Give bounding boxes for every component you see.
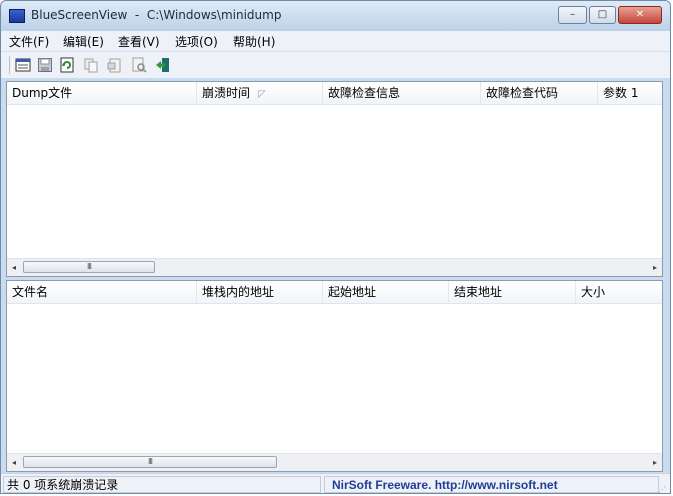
driver-list-horizontal-scrollbar[interactable]: ◂ III ▸ (7, 453, 662, 471)
menu-view[interactable]: 查看(V) (118, 33, 160, 50)
column-header-from-address[interactable]: 起始地址 (323, 281, 449, 303)
properties-icon[interactable] (15, 57, 31, 73)
save-icon[interactable] (37, 57, 53, 73)
column-header-bug-check-string[interactable]: 故障检查信息 (323, 82, 481, 104)
scroll-right-arrow-icon[interactable]: ▸ (648, 456, 662, 469)
copy-icon[interactable] (83, 57, 99, 73)
driver-list-header: 文件名 堆栈内的地址 起始地址 结束地址 大小 (7, 281, 662, 304)
column-label: 文件名 (12, 285, 49, 299)
menu-file[interactable]: 文件(F) (9, 33, 49, 50)
driver-list-pane[interactable]: 文件名 堆栈内的地址 起始地址 结束地址 大小 ◂ III ▸ (6, 280, 663, 472)
menu-help[interactable]: 帮助(H) (233, 33, 275, 50)
scrollbar-thumb[interactable]: III (23, 261, 155, 273)
column-header-to-address[interactable]: 结束地址 (449, 281, 576, 303)
column-header-dump-file[interactable]: Dump文件 (7, 82, 197, 104)
column-label: 崩溃时间 (202, 86, 251, 100)
sort-indicator-icon: ◸ (258, 89, 266, 100)
refresh-icon[interactable] (59, 57, 75, 73)
column-header-bug-check-code[interactable]: 故障检查代码 (481, 82, 598, 104)
app-window: BlueScreenView - C:\Windows\minidump – □… (0, 0, 671, 494)
minimize-button[interactable]: – (558, 6, 587, 24)
column-label: 起始地址 (328, 285, 377, 299)
column-header-address-in-stack[interactable]: 堆栈内的地址 (197, 281, 323, 303)
column-header-size[interactable]: 大小 (576, 281, 666, 303)
bluescreenview-app-icon (9, 9, 25, 23)
menu-options[interactable]: 选项(O) (175, 33, 218, 50)
column-label: 堆栈内的地址 (202, 285, 275, 299)
scroll-right-arrow-icon[interactable]: ▸ (648, 261, 662, 274)
scrollbar-thumb[interactable]: III (23, 456, 277, 468)
scroll-left-arrow-icon[interactable]: ◂ (7, 261, 21, 274)
menu-bar: 文件(F) 编辑(E) 查看(V) 选项(O) 帮助(H) (1, 31, 670, 52)
column-label: 参数 1 (603, 86, 639, 100)
column-header-crash-time[interactable]: 崩溃时间 ◸ (197, 82, 323, 104)
column-label: 故障检查信息 (328, 86, 401, 100)
column-label: 故障检查代码 (486, 86, 559, 100)
column-label: Dump文件 (12, 86, 73, 100)
nirsoft-link[interactable]: NirSoft Freeware. http://www.nirsoft.net (324, 476, 659, 493)
crash-count-status: 共 0 项系统崩溃记录 (3, 476, 321, 493)
title-bar[interactable]: BlueScreenView - C:\Windows\minidump – □… (1, 1, 670, 31)
crash-list-horizontal-scrollbar[interactable]: ◂ III ▸ (7, 258, 662, 276)
html-report-icon[interactable] (107, 57, 123, 73)
maximize-button[interactable]: □ (589, 6, 616, 24)
toolbar (1, 52, 670, 78)
crash-list-header: Dump文件 崩溃时间 ◸ 故障检查信息 故障检查代码 参数 1 (7, 82, 662, 105)
find-icon[interactable] (131, 57, 147, 73)
toolbar-separator (9, 56, 13, 74)
column-label: 结束地址 (454, 285, 503, 299)
scroll-left-arrow-icon[interactable]: ◂ (7, 456, 21, 469)
crash-list-pane[interactable]: Dump文件 崩溃时间 ◸ 故障检查信息 故障检查代码 参数 1 ◂ III ▸ (6, 81, 663, 277)
window-title: BlueScreenView - C:\Windows\minidump (31, 8, 282, 22)
exit-icon[interactable] (155, 57, 171, 73)
column-label: 大小 (581, 285, 606, 299)
close-button[interactable]: ✕ (618, 6, 662, 24)
status-bar: 共 0 项系统崩溃记录 NirSoft Freeware. http://www… (1, 473, 670, 493)
column-header-parameter-1[interactable]: 参数 1 (598, 82, 666, 104)
menu-edit[interactable]: 编辑(E) (63, 33, 104, 50)
column-header-filename[interactable]: 文件名 (7, 281, 197, 303)
resize-grip-icon[interactable]: ⋰ (658, 485, 668, 493)
